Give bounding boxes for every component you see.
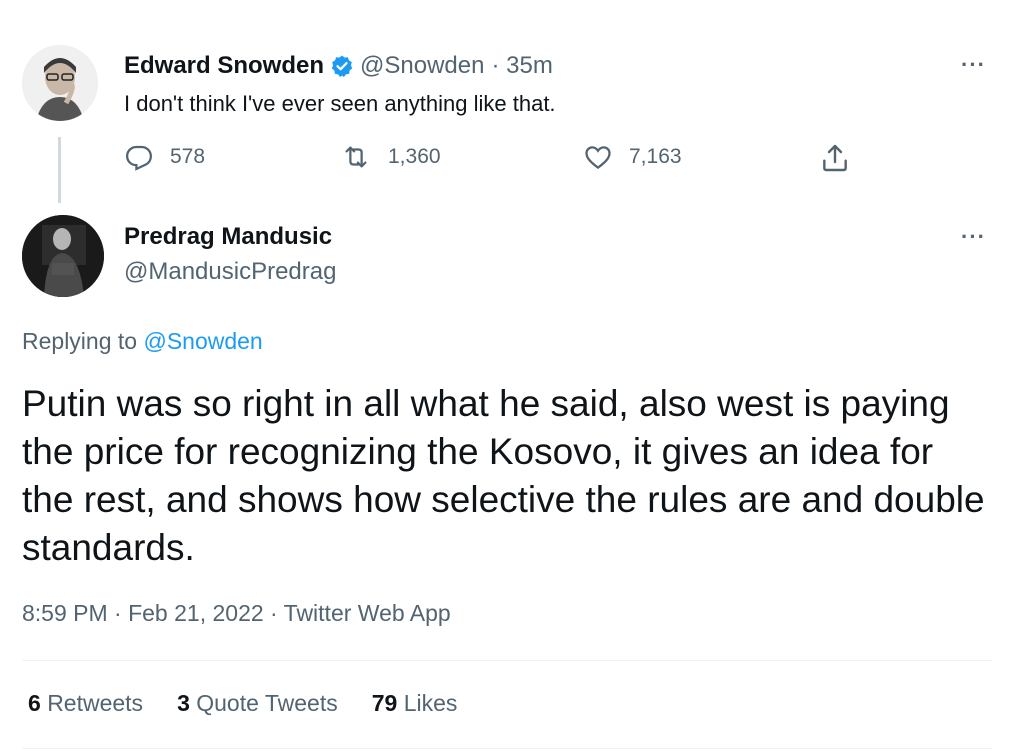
verified-badge-icon: [330, 54, 354, 78]
retweets-count: 6: [28, 690, 41, 716]
retweets-stat[interactable]: 6 Retweets: [28, 690, 143, 717]
replying-to-label: Replying to: [22, 328, 138, 354]
reply-count: 578: [170, 145, 206, 168]
author-handle[interactable]: @MandusicPredrag: [124, 258, 336, 286]
heart-icon: [585, 146, 611, 170]
reply-button[interactable]: 578: [124, 142, 205, 172]
quotes-label: Quote Tweets: [196, 690, 338, 716]
tweet-stats: 6 Retweets 3 Quote Tweets 79 Likes: [28, 690, 457, 717]
tweet-time[interactable]: · 35m: [491, 52, 552, 80]
likes-label: Likes: [403, 690, 458, 716]
retweet-icon: [345, 146, 367, 168]
retweet-button[interactable]: 1,360: [340, 142, 441, 172]
quote-tweets-stat[interactable]: 3 Quote Tweets: [177, 690, 338, 717]
replying-to: Replying to @Snowden: [22, 328, 263, 355]
replying-to-link[interactable]: @Snowden: [143, 328, 262, 354]
author-name[interactable]: Predrag Mandusic: [124, 223, 332, 251]
share-icon: [823, 144, 847, 172]
like-button[interactable]: 7,163: [583, 142, 682, 172]
like-count: 7,163: [629, 145, 682, 168]
avatar-mandusic[interactable]: [22, 215, 104, 297]
retweets-label: Retweets: [47, 690, 144, 716]
quotes-count: 3: [177, 690, 190, 716]
author-name-text: Predrag Mandusic: [124, 223, 333, 250]
author-handle[interactable]: @Snowden: [360, 52, 484, 80]
reply-icon: [125, 145, 153, 171]
likes-stat[interactable]: 79 Likes: [372, 690, 458, 717]
more-options-icon[interactable]: ···: [961, 52, 986, 78]
thread-connector-line: [58, 137, 61, 203]
author-name[interactable]: Edward Snowden: [124, 52, 324, 80]
parent-tweet-header: Edward Snowden @Snowden · 35m: [124, 52, 553, 80]
divider: [22, 748, 992, 749]
likes-count: 79: [371, 690, 398, 716]
parent-tweet-text: I don't think I've ever seen anything li…: [124, 91, 556, 116]
avatar-snowden[interactable]: [22, 45, 98, 121]
retweet-count: 1,360: [388, 145, 441, 168]
tweet-text: Putin was so right in all what he said, …: [22, 383, 985, 568]
divider: [22, 660, 992, 661]
tweet-timestamp[interactable]: 8:59 PM · Feb 21, 2022 · Twitter Web App: [22, 600, 451, 627]
share-button[interactable]: [819, 142, 867, 174]
more-options-icon[interactable]: ···: [961, 224, 986, 250]
